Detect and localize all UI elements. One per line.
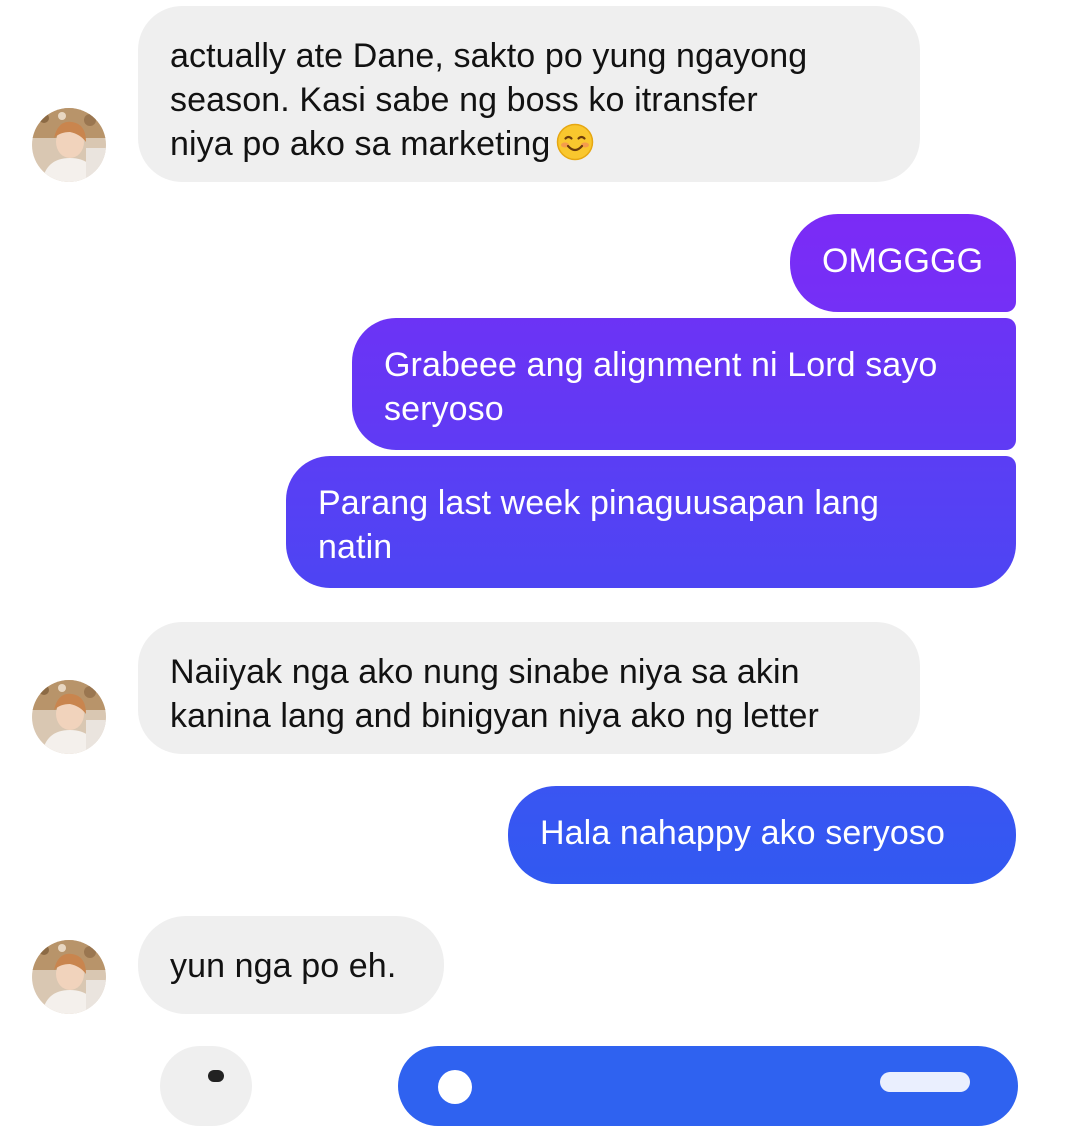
message-bubble-outgoing[interactable]: Hala nahappy ako seryoso — [508, 786, 1016, 884]
message-bubble-incoming[interactable]: Naiiyak nga ako nung sinabe niya sa akin… — [138, 622, 920, 754]
contact-avatar[interactable] — [32, 108, 106, 182]
message-line: actually ate Dane, sakto po yung ngayong — [170, 37, 808, 75]
message-line: niya po ako sa marketing — [170, 122, 886, 166]
message-line: yun nga po eh. — [170, 947, 397, 985]
contact-avatar[interactable] — [32, 680, 106, 754]
message-bubble-incoming-partial[interactable] — [160, 1046, 252, 1126]
partial-element — [880, 1072, 970, 1092]
message-bubble-incoming[interactable]: yun nga po eh. — [138, 916, 444, 1014]
partial-icon — [438, 1070, 472, 1104]
chat-thread: actually ate Dane, sakto po yung ngayong… — [0, 0, 1080, 1126]
message-bubble-outgoing[interactable]: OMGGGG — [790, 214, 1016, 312]
message-line: seryoso — [384, 390, 504, 428]
message-line: OMGGGG — [822, 242, 984, 280]
message-bubble-outgoing[interactable]: Parang last week pinaguusapan lang natin — [286, 456, 1016, 588]
message-line: kanina lang and binigyan niya ako ng let… — [170, 697, 819, 735]
message-bubble-incoming[interactable]: actually ate Dane, sakto po yung ngayong… — [138, 6, 920, 182]
contact-avatar-photo — [32, 680, 106, 754]
message-line: Parang last week pinaguusapan lang — [318, 484, 880, 522]
message-line: Naiiyak nga ako nung sinabe niya sa akin — [170, 653, 800, 691]
message-line: Grabeee ang alignment ni Lord sayo — [384, 346, 938, 384]
partial-glyph — [208, 1070, 224, 1082]
contact-avatar[interactable] — [32, 940, 106, 1014]
contact-avatar-photo — [32, 940, 106, 1014]
message-line: season. Kasi sabe ng boss ko itransfer — [170, 81, 758, 119]
message-line: Hala nahappy ako seryoso — [540, 814, 945, 852]
message-bubble-outgoing[interactable]: Grabeee ang alignment ni Lord sayo seryo… — [352, 318, 1016, 450]
message-line: natin — [318, 528, 393, 566]
contact-avatar-photo — [32, 108, 106, 182]
smiling-face-icon — [556, 123, 594, 161]
